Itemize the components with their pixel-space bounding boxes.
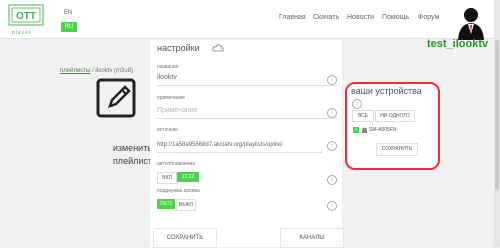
cloud-upload-icon[interactable]: [212, 44, 224, 52]
note-label: примечание: [157, 95, 186, 101]
note-input[interactable]: Примечание: [157, 104, 337, 119]
info-icon[interactable]: i: [352, 99, 362, 109]
device-name: SM-A505FN: [369, 127, 397, 133]
nav-download[interactable]: Скачать: [313, 14, 339, 21]
edit-playlist-label: изменить плейлист: [112, 143, 152, 166]
lang-ru-button[interactable]: RU: [61, 22, 77, 32]
save-devices-button[interactable]: СОХРАНИТЬ: [376, 143, 418, 156]
save-settings-button[interactable]: СОХРАНИТЬ: [153, 228, 217, 248]
breadcrumb: плейлисты / ilooktv (m3u8): [60, 68, 133, 74]
nav-home[interactable]: Главная: [279, 14, 306, 21]
archive-value-toggle[interactable]: 1%?1: [157, 199, 175, 209]
scrollbar[interactable]: [494, 0, 500, 247]
username[interactable]: test_ilooktv: [427, 38, 488, 50]
lang-en-link[interactable]: EN: [64, 10, 72, 16]
select-all-button[interactable]: ВСЕ: [352, 110, 374, 122]
autoupdate-on-toggle[interactable]: ВКЛ: [157, 172, 177, 184]
ott-logo-icon[interactable]: OTT: [8, 4, 44, 32]
archive-off-toggle[interactable]: ВЫКЛ: [176, 199, 196, 211]
breadcrumb-playlists-link[interactable]: плейлисты: [60, 68, 90, 74]
android-icon: [362, 127, 367, 133]
devices-title: ваши устройства: [351, 86, 422, 96]
logo-text: OTT: [16, 11, 36, 22]
autoupdate-label: автообновление: [157, 161, 196, 167]
edit-pencil-icon: [96, 78, 136, 118]
info-icon[interactable]: i: [327, 141, 337, 151]
breadcrumb-separator: /: [92, 68, 94, 74]
info-icon[interactable]: i: [327, 201, 337, 211]
source-label: источник: [157, 127, 178, 133]
scrollbar-thumb[interactable]: [495, 40, 499, 190]
name-input[interactable]: ilooktv: [157, 71, 337, 86]
archive-label: поддержка архива: [157, 188, 200, 194]
nav-forum[interactable]: Форум: [418, 14, 439, 21]
user-avatar-icon[interactable]: [455, 4, 487, 40]
nav-news[interactable]: Новости: [347, 14, 374, 21]
top-bar: OTT player EN RU Главная Скачать Новости…: [0, 0, 500, 39]
breadcrumb-current: ilooktv (m3u8): [95, 68, 134, 74]
channels-button[interactable]: КАНАЛЫ: [280, 228, 344, 248]
info-icon[interactable]: i: [327, 175, 337, 185]
info-icon[interactable]: i: [327, 108, 337, 118]
nav-help[interactable]: Помощь: [382, 14, 409, 21]
name-label: название: [157, 64, 179, 70]
device-checkbox[interactable]: ✓: [353, 127, 359, 133]
info-icon[interactable]: i: [327, 75, 337, 85]
autoupdate-time[interactable]: 12:22: [177, 172, 199, 182]
settings-title: настройки: [157, 43, 200, 53]
select-none-button[interactable]: НИ ОДНОГО: [375, 110, 415, 122]
source-input[interactable]: http://1a58a95868d7.akciatv.org/playlist…: [157, 138, 322, 153]
logo-caption: player: [12, 30, 32, 36]
